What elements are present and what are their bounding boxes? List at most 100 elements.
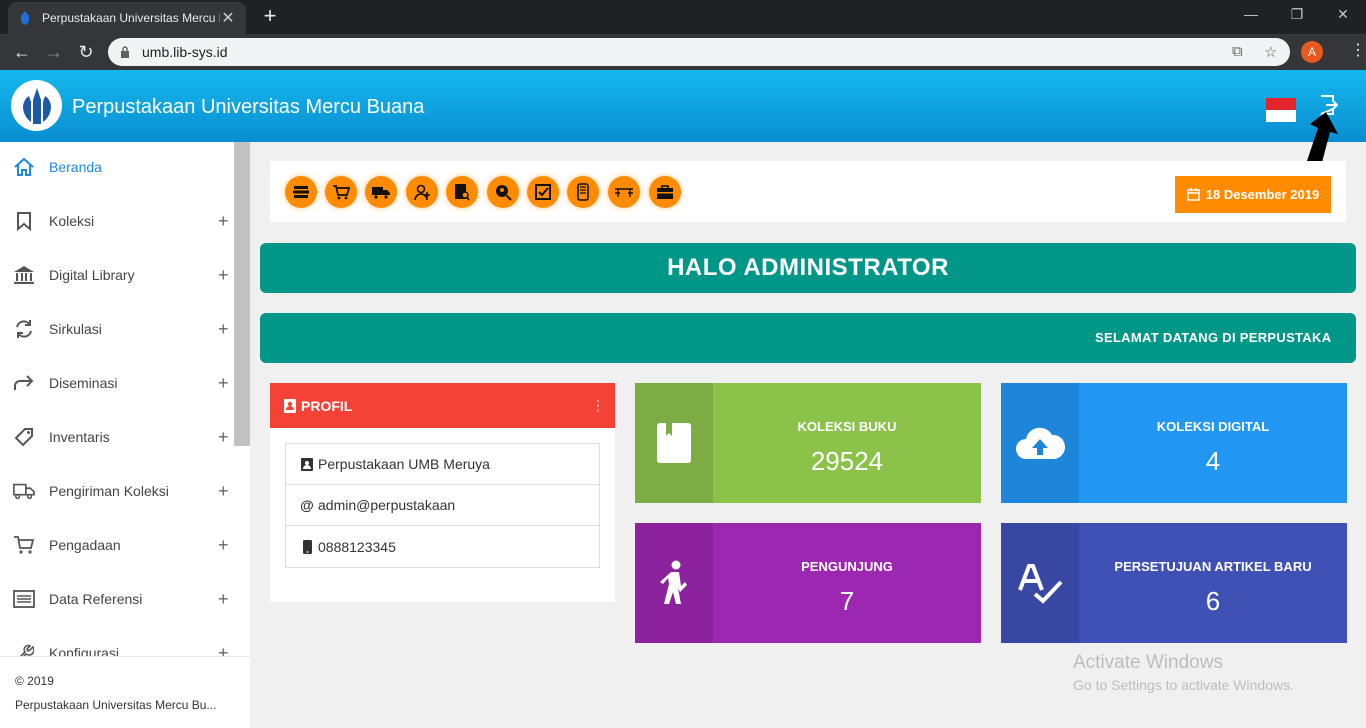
expand-plus-icon[interactable]: +	[218, 589, 229, 610]
stat-persetujuan-artikel-baru[interactable]: PERSETUJUAN ARTIKEL BARU 6	[1001, 523, 1347, 643]
stat-label: PENGUNJUNG	[801, 559, 893, 574]
address-bar[interactable]: umb.lib-sys.id ⧉ ☆	[108, 38, 1290, 66]
activation-watermark-title: Activate Windows	[1073, 652, 1223, 673]
app-header: Perpustakaan Universitas Mercu Buana	[0, 70, 1366, 142]
back-button[interactable]: ←	[10, 40, 34, 64]
phone-icon	[300, 539, 314, 554]
stat-value: 7	[839, 586, 855, 616]
profile-phone-row: 0888123345	[286, 526, 599, 567]
list-icon	[13, 588, 35, 610]
site-favicon-icon	[18, 10, 32, 26]
profile-name-row: Perpustakaan UMB Meruya	[286, 444, 599, 485]
mobile-phone-icon[interactable]	[567, 176, 599, 208]
add-user-icon[interactable]	[406, 176, 438, 208]
browser-tab-strip: Perpustakaan Universitas Mercu Buana ✕ +…	[0, 0, 1366, 34]
cloud-upload-icon	[1001, 383, 1079, 503]
sidebar-item-diseminasi[interactable]: Diseminasi +	[0, 356, 234, 410]
sidebar-item-pengadaan[interactable]: Pengadaan +	[0, 518, 234, 572]
sidebar-scrollbar[interactable]	[234, 142, 250, 446]
url-text: umb.lib-sys.id	[142, 44, 228, 60]
sidebar-item-sirkulasi[interactable]: Sirkulasi +	[0, 302, 234, 356]
stat-value: 4	[1205, 446, 1221, 476]
welcome-marquee: SELAMAT DATANG DI PERPUSTAKA	[260, 313, 1356, 363]
profile-email: admin@perpustakaan	[318, 497, 456, 513]
sidebar: Beranda Koleksi + Digital Library + Sirk…	[0, 142, 250, 728]
profile-card: PROFIL ⋮ Perpustakaan UMB Meruya @ admin…	[270, 383, 615, 602]
new-tab-button[interactable]: +	[258, 4, 282, 28]
sidebar-item-pengiriman-koleksi[interactable]: Pengiriman Koleksi +	[0, 464, 234, 518]
checkbox-icon[interactable]	[527, 176, 559, 208]
spellcheck-icon	[1001, 523, 1079, 643]
expand-plus-icon[interactable]: +	[218, 427, 229, 448]
stat-pengunjung[interactable]: PENGUNJUNG 7	[635, 523, 981, 643]
sidebar-item-label: Koleksi	[49, 213, 95, 229]
cart-icon	[13, 534, 35, 556]
window-close-button[interactable]: ✕	[1328, 6, 1358, 23]
home-icon	[13, 156, 35, 178]
sidebar-item-label: Pengiriman Koleksi	[49, 483, 169, 499]
briefcase-icon[interactable]	[649, 176, 681, 208]
shopping-cart-icon[interactable]	[325, 176, 357, 208]
truck-icon	[13, 480, 35, 502]
expand-plus-icon[interactable]: +	[218, 481, 229, 502]
translate-icon[interactable]: ⧉	[1232, 43, 1243, 60]
profile-info-list: Perpustakaan UMB Meruya @ admin@perpusta…	[285, 443, 600, 568]
date-button[interactable]: 18 Desember 2019	[1175, 176, 1331, 213]
browser-tab[interactable]: Perpustakaan Universitas Mercu Buana ✕	[8, 2, 246, 34]
browser-menu-icon[interactable]: ⋮	[1350, 40, 1366, 60]
share-arrow-icon	[13, 372, 35, 394]
expand-plus-icon[interactable]: +	[218, 319, 229, 340]
reload-button[interactable]: ↻	[74, 40, 98, 64]
stat-label: KOLEKSI BUKU	[797, 419, 897, 434]
activation-watermark-text: Go to Settings to activate Windows.	[1073, 677, 1294, 693]
stat-label: PERSETUJUAN ARTIKEL BARU	[1114, 559, 1312, 574]
stat-koleksi-buku[interactable]: KOLEKSI BUKU 29524	[635, 383, 981, 503]
sidebar-item-koleksi[interactable]: Koleksi +	[0, 194, 234, 248]
sidebar-item-data-referensi[interactable]: Data Referensi +	[0, 572, 234, 626]
stat-value: 6	[1205, 586, 1221, 616]
sidebar-footer: © 2019 Perpustakaan Universitas Mercu Bu…	[0, 656, 250, 728]
tab-title: Perpustakaan Universitas Mercu Buana	[42, 11, 220, 25]
bookmark-icon	[13, 210, 35, 232]
tab-close-icon[interactable]: ✕	[220, 8, 236, 28]
sidebar-item-label: Sirkulasi	[49, 321, 102, 337]
books-stack-icon[interactable]	[285, 176, 317, 208]
bank-icon	[13, 264, 35, 286]
walking-person-icon	[635, 523, 713, 643]
contact-card-icon	[284, 398, 296, 413]
profile-card-header: PROFIL ⋮	[270, 383, 615, 428]
sidebar-item-inventaris[interactable]: Inventaris +	[0, 410, 234, 464]
tag-icon	[13, 426, 35, 448]
expand-plus-icon[interactable]: +	[218, 211, 229, 232]
document-search-icon[interactable]	[446, 176, 478, 208]
indonesia-flag-icon[interactable]	[1266, 98, 1296, 122]
greeting-banner: HALO ADMINISTRATOR	[260, 243, 1356, 293]
profile-avatar[interactable]: A	[1301, 41, 1323, 63]
bookmark-star-icon[interactable]: ☆	[1264, 43, 1277, 61]
sidebar-item-label: Digital Library	[49, 267, 135, 283]
expand-plus-icon[interactable]: +	[218, 265, 229, 286]
restore-button[interactable]: ❐	[1282, 6, 1312, 23]
expand-plus-icon[interactable]: +	[218, 373, 229, 394]
university-logo	[11, 80, 62, 131]
profile-phone: 0888123345	[318, 538, 396, 555]
expand-plus-icon[interactable]: +	[218, 535, 229, 556]
stat-value: 29524	[810, 446, 884, 476]
card-menu-icon[interactable]: ⋮	[591, 397, 605, 414]
sidebar-item-label: Pengadaan	[49, 537, 121, 553]
sidebar-item-beranda[interactable]: Beranda	[0, 140, 234, 194]
table-furniture-icon[interactable]	[608, 176, 640, 208]
sidebar-item-digital-library[interactable]: Digital Library +	[0, 248, 234, 302]
stat-koleksi-digital[interactable]: KOLEKSI DIGITAL 4	[1001, 383, 1347, 503]
minimize-button[interactable]: —	[1236, 6, 1266, 22]
calendar-icon	[1187, 188, 1200, 201]
copyright-text: © 2019	[15, 674, 54, 688]
user-search-icon[interactable]	[487, 176, 519, 208]
app-title: Perpustakaan Universitas Mercu Buana	[72, 96, 425, 118]
profile-email-row: @ admin@perpustakaan	[286, 485, 599, 526]
sidebar-item-label: Inventaris	[49, 429, 110, 445]
footer-org-name: Perpustakaan Universitas Mercu Bu...	[15, 698, 217, 712]
sidebar-item-label: Data Referensi	[49, 591, 143, 607]
forward-button[interactable]: →	[42, 40, 66, 64]
delivery-truck-icon[interactable]	[365, 176, 397, 208]
